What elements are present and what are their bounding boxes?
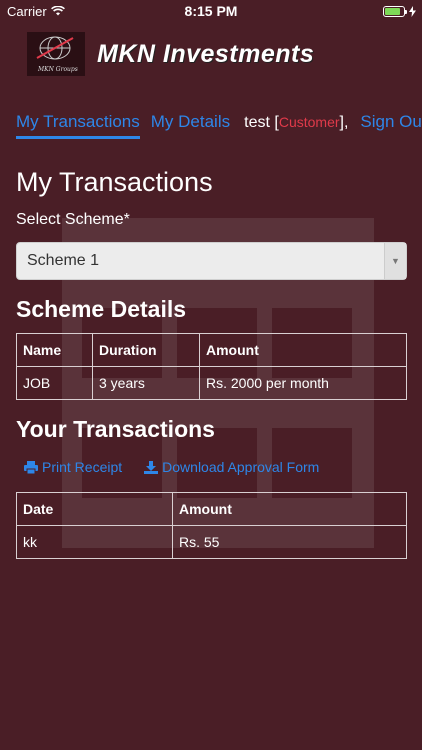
download-approval-form-label: Download Approval Form (162, 459, 320, 475)
scheme-details-title: Scheme Details (16, 296, 187, 322)
your-transactions-title: Your Transactions (16, 416, 215, 442)
table-header-row: Name Duration Amount (16, 333, 407, 367)
page-title: My Transactions (16, 167, 213, 197)
status-bar: Carrier 8:15 PM (0, 0, 422, 22)
printer-icon (24, 460, 38, 474)
user-role: Customer (278, 114, 340, 130)
table-header-row: Date Amount (16, 492, 407, 526)
select-scheme-label: Select Scheme* (16, 211, 130, 228)
download-icon (144, 460, 159, 474)
chevron-down-icon: ▼ (384, 243, 406, 279)
cell-duration: 3 years (92, 366, 200, 400)
cell-date: kk (16, 525, 173, 559)
column-header-amount: Amount (172, 492, 407, 526)
column-header-date: Date (16, 492, 173, 526)
table-row: kk Rs. 55 (16, 525, 407, 559)
cell-amount: Rs. 2000 per month (199, 366, 407, 400)
brand-header: MKN Groups MKN Investments (27, 32, 314, 76)
logo-caption: MKN Groups (38, 66, 78, 73)
role-bracket-close: ], (339, 114, 349, 131)
table-row: JOB 3 years Rs. 2000 per month (16, 366, 407, 400)
print-receipt-label: Print Receipt (42, 459, 123, 475)
top-nav: My Transactions My Details test [Custome… (16, 112, 422, 139)
battery-icon (383, 5, 407, 17)
scheme-select[interactable]: Scheme 1 ▼ (16, 242, 407, 280)
tab-my-transactions[interactable]: My Transactions (16, 112, 140, 139)
cell-amount: Rs. 55 (172, 525, 407, 559)
scheme-select-value: Scheme 1 (27, 252, 100, 269)
app-title: MKN Investments (97, 39, 315, 68)
logo: MKN Groups (27, 32, 85, 76)
column-header-name: Name (16, 333, 93, 367)
username: test (244, 114, 270, 131)
sign-out-link[interactable]: Sign Out (360, 112, 422, 132)
transactions-table: Date Amount kk Rs. 55 (16, 492, 407, 559)
cell-name: JOB (16, 366, 93, 400)
column-header-duration: Duration (92, 333, 200, 367)
clock: 8:15 PM (184, 3, 238, 19)
transaction-actions: Print Receipt Download Approval Form (24, 459, 319, 475)
download-approval-form-link[interactable]: Download Approval Form (144, 459, 319, 475)
scheme-details-table: Name Duration Amount JOB 3 years Rs. 200… (16, 333, 407, 400)
globe-logo-icon (36, 36, 74, 60)
print-receipt-link[interactable]: Print Receipt (24, 459, 122, 475)
user-info: test [Customer], (244, 114, 348, 132)
column-header-amount: Amount (199, 333, 407, 367)
battery-level (385, 7, 401, 15)
tab-my-details[interactable]: My Details (151, 112, 230, 132)
